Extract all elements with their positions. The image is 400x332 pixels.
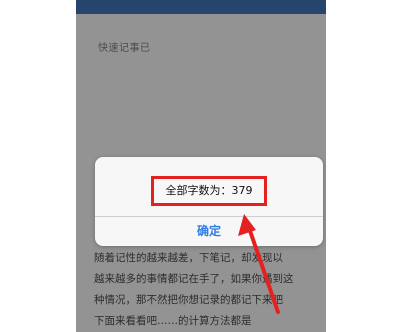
highlight-box: 全部字数为：379 bbox=[151, 176, 267, 206]
screenshot-frame: 快速记事已 随着记性的越来越差，下笔记，却发现以 越来越多的事情都记在手了，如果… bbox=[0, 0, 400, 332]
word-count-alert: 全部字数为：379 确定 bbox=[95, 157, 323, 246]
confirm-button[interactable]: 确定 bbox=[95, 217, 323, 246]
word-count-message: 全部字数为：379 bbox=[165, 184, 253, 197]
